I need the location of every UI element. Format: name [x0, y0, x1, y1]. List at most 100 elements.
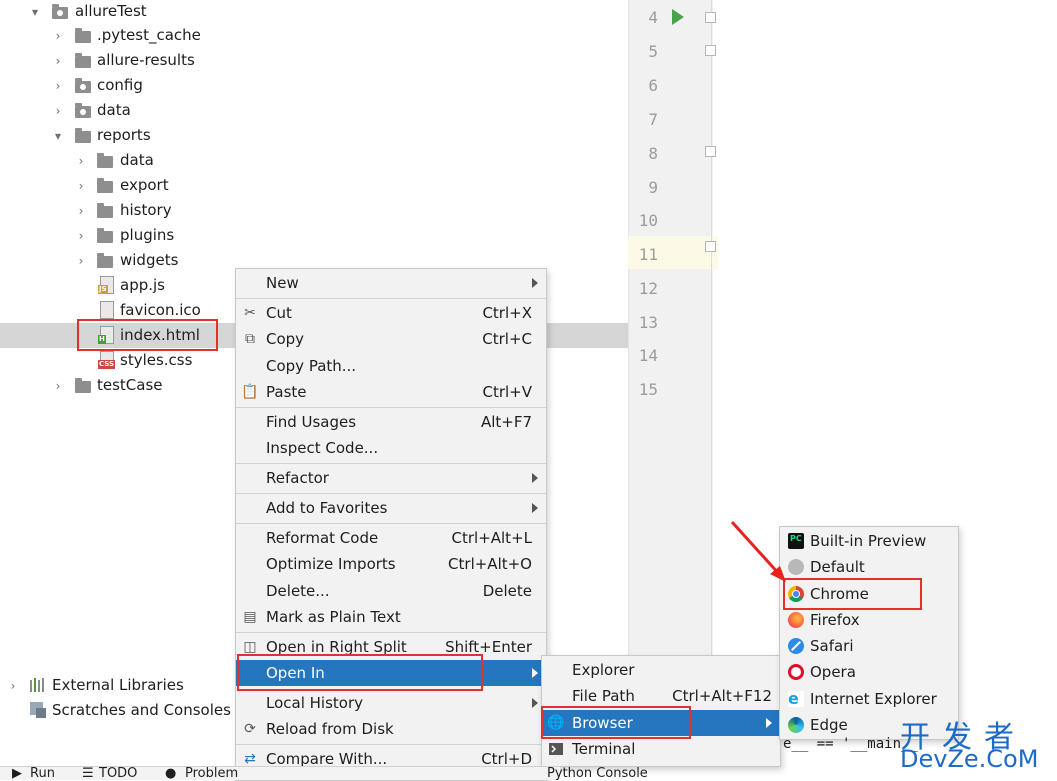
globe-icon [788, 559, 804, 575]
external-libraries-label[interactable]: External Libraries [52, 676, 184, 694]
menu-item-optimize-imports[interactable]: Optimize Imports Ctrl+Alt+O [236, 551, 546, 577]
menu-item-label: Copy [266, 330, 305, 348]
line-number: 8 [648, 144, 658, 163]
menu-item-reload-from-disk[interactable]: ⟳ Reload from Disk [236, 716, 546, 742]
menu-item-label: Opera [810, 663, 856, 681]
chevron-right-icon[interactable]: › [74, 179, 88, 193]
tree-item-label[interactable]: history [120, 201, 172, 219]
menu-item-default[interactable]: Default [780, 554, 958, 580]
menu-item-opera[interactable]: Opera [780, 659, 958, 685]
folder-icon [97, 203, 113, 218]
compare-icon: ⇄ [244, 751, 256, 767]
chevron-right-icon[interactable]: › [74, 254, 88, 268]
menu-item-label: Copy Path... [266, 357, 357, 375]
chevron-right-icon[interactable]: › [51, 104, 65, 118]
fold-marker-icon[interactable] [705, 146, 716, 157]
tree-item-label[interactable]: reports [97, 126, 151, 144]
menu-item-cut[interactable]: ✂ Cut Ctrl+X [236, 300, 546, 326]
menu-item-shortcut: Ctrl+Alt+L [451, 529, 533, 547]
menu-item-local-history[interactable]: Local History [236, 690, 546, 716]
fold-marker-icon[interactable] [705, 12, 716, 23]
tree-item-label[interactable]: export [120, 176, 169, 194]
chevron-right-icon[interactable]: › [51, 54, 65, 68]
scratches-label[interactable]: Scratches and Consoles [52, 701, 231, 719]
image-file-icon [100, 301, 114, 319]
folder-icon [97, 153, 113, 168]
highlight-box [237, 654, 483, 691]
menu-item-firefox[interactable]: Firefox [780, 607, 958, 633]
tree-item-label[interactable]: styles.css [120, 351, 192, 369]
tree-item-label[interactable]: data [97, 101, 131, 119]
fold-marker-icon[interactable] [705, 45, 716, 56]
line-number: 15 [638, 380, 658, 399]
folder-icon [97, 178, 113, 193]
chevron-right-icon[interactable]: › [51, 79, 65, 93]
chevron-right-icon[interactable]: › [74, 229, 88, 243]
tree-item-label[interactable]: plugins [120, 226, 174, 244]
menu-item-label: Terminal [572, 740, 636, 758]
line-number: 5 [648, 42, 658, 61]
menu-item-internet-explorer[interactable]: e Internet Explorer [780, 686, 958, 712]
tree-item-label[interactable]: config [97, 76, 143, 94]
chevron-right-icon[interactable]: › [74, 204, 88, 218]
reload-icon: ⟳ [244, 721, 256, 737]
code-fragment: e__ == '__main__ [783, 736, 918, 752]
menu-item-shortcut: Ctrl+X [482, 304, 532, 322]
menu-item-explorer[interactable]: Explorer [542, 657, 780, 683]
red-arrow-icon [730, 520, 786, 582]
tree-item-label[interactable]: widgets [120, 251, 178, 269]
menu-item-label: Reload from Disk [266, 720, 394, 738]
menu-item-mark-plain-text[interactable]: ▤ Mark as Plain Text [236, 604, 546, 630]
menu-item-label: Default [810, 558, 865, 576]
submenu-arrow-icon [532, 473, 538, 483]
tree-item-label[interactable]: data [120, 151, 154, 169]
menu-item-label: Reformat Code [266, 529, 379, 547]
line-number: 10 [638, 211, 658, 230]
chevron-down-icon[interactable]: ▾ [28, 5, 42, 19]
terminal-icon [548, 741, 564, 757]
menu-item-shortcut: Ctrl+C [482, 330, 532, 348]
menu-item-delete[interactable]: Delete... Delete [236, 578, 546, 604]
run-gutter-icon[interactable] [672, 9, 684, 25]
tree-item-label[interactable]: allure-results [97, 51, 195, 69]
chevron-right-icon[interactable]: › [74, 154, 88, 168]
tree-item-label[interactable]: allureTest [75, 2, 147, 20]
tree-item-label[interactable]: favicon.ico [120, 301, 201, 319]
fold-marker-icon[interactable] [705, 241, 716, 252]
css-file-icon: CSS [98, 351, 116, 369]
tree-item-label[interactable]: app.js [120, 276, 165, 294]
line-number: 13 [638, 313, 658, 332]
folder-icon [75, 53, 91, 68]
submenu-arrow-icon [532, 668, 538, 678]
tree-item-label[interactable]: testCase [97, 376, 163, 394]
line-number: 11 [638, 245, 658, 264]
chevron-right-icon[interactable]: › [51, 379, 65, 393]
menu-item-paste[interactable]: 📋 Paste Ctrl+V [236, 379, 546, 405]
folder-icon [97, 253, 113, 268]
menu-item-shortcut: Alt+F7 [480, 413, 532, 431]
menu-item-reformat-code[interactable]: Reformat Code Ctrl+Alt+L [236, 525, 546, 551]
menu-item-add-to-favorites[interactable]: Add to Favorites [236, 495, 546, 521]
chevron-right-icon[interactable]: › [51, 29, 65, 43]
chevron-down-icon[interactable]: ▾ [51, 129, 65, 143]
chevron-right-icon[interactable]: › [6, 679, 20, 693]
menu-item-safari[interactable]: Safari [780, 633, 958, 659]
package-folder-icon [75, 78, 91, 93]
menu-item-label: Find Usages [266, 413, 357, 431]
folder-icon [75, 28, 91, 43]
tree-item-label[interactable]: .pytest_cache [97, 26, 201, 44]
menu-item-built-in-preview[interactable]: PC Built-in Preview [780, 528, 958, 554]
ie-icon: e [788, 691, 804, 707]
menu-item-copy-path[interactable]: Copy Path... [236, 353, 546, 379]
menu-item-find-usages[interactable]: Find Usages Alt+F7 [236, 409, 546, 435]
menu-item-refactor[interactable]: Refactor [236, 465, 546, 491]
menu-item-inspect-code[interactable]: Inspect Code... [236, 435, 546, 461]
submenu-arrow-icon [532, 503, 538, 513]
package-folder-icon [75, 103, 91, 118]
submenu-arrow-icon [532, 278, 538, 288]
menu-item-copy[interactable]: ⧉ Copy Ctrl+C [236, 326, 546, 352]
menu-item-new[interactable]: New [236, 270, 546, 296]
folder-icon [75, 378, 91, 393]
menu-item-shortcut: Ctrl+Alt+O [448, 555, 532, 573]
menu-item-terminal[interactable]: Terminal [542, 736, 780, 762]
